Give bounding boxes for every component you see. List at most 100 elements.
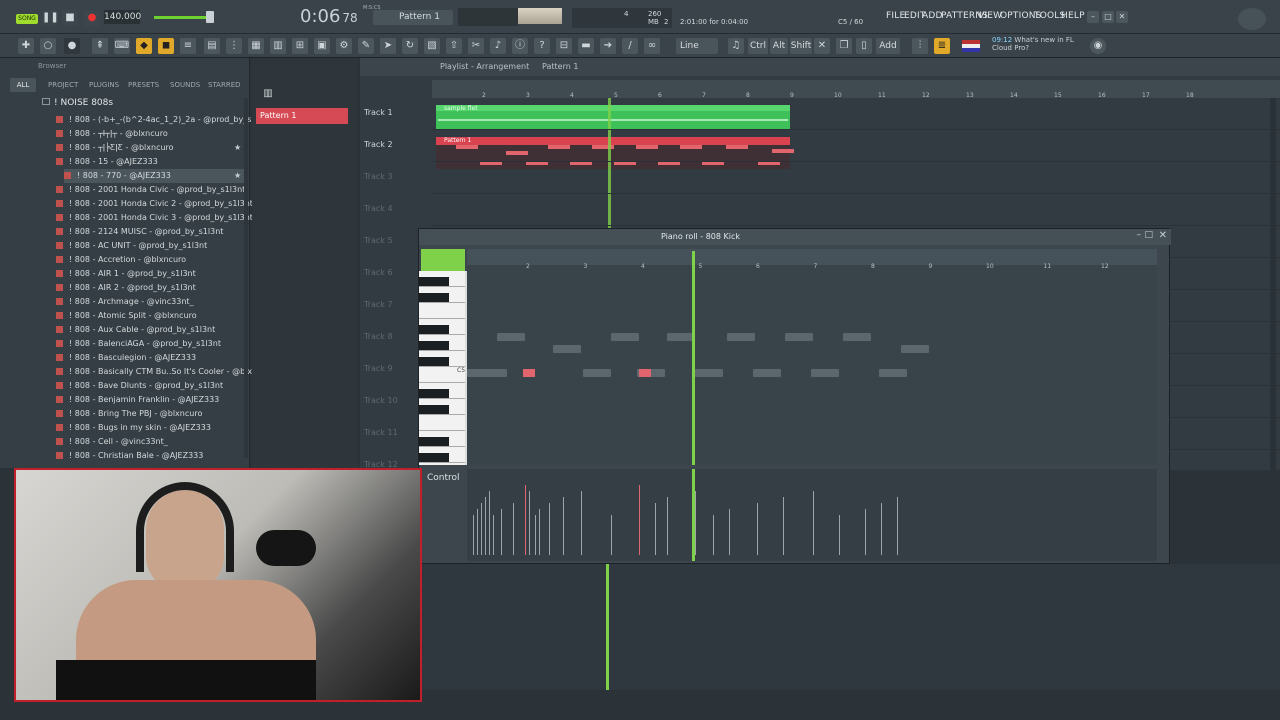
black-key[interactable] xyxy=(419,341,449,350)
brush-icon[interactable]: / xyxy=(622,38,638,54)
cut-icon[interactable]: ✂ xyxy=(468,38,484,54)
mixer-icon[interactable]: ≡ xyxy=(180,38,196,54)
ctrl-key[interactable]: Ctrl xyxy=(748,38,768,54)
note-grid[interactable] xyxy=(467,251,1157,465)
browser-item[interactable]: ! 808 - Accretion - @blxncuro xyxy=(56,253,186,267)
velocity-bar[interactable] xyxy=(695,491,696,555)
browser-tab-plugins[interactable]: PLUGINS xyxy=(89,78,119,92)
browser-tab-sounds[interactable]: SOUNDS xyxy=(170,78,200,92)
maximize-icon[interactable]: □ xyxy=(1102,11,1114,23)
black-key[interactable] xyxy=(419,293,449,302)
velocity-bar[interactable] xyxy=(529,491,530,555)
channel-rack-icon[interactable]: ▤ xyxy=(204,38,220,54)
velocity-bar[interactable] xyxy=(757,503,758,555)
browser-item[interactable]: ! 808 - Christian Bale - @AJEZ333 xyxy=(56,449,203,463)
record-icon[interactable]: ● xyxy=(84,10,100,26)
save-icon[interactable]: ▧ xyxy=(424,38,440,54)
snap-icon[interactable]: ⇞ xyxy=(92,38,108,54)
browser-item[interactable]: ! 808 - 2001 Honda Civic - @prod_by_s1l3… xyxy=(56,183,245,197)
song-mode-toggle[interactable]: SONG xyxy=(16,14,38,24)
browser-item[interactable]: ! 808 - Atomic Split - @blxncuro xyxy=(56,309,197,323)
browser-icon[interactable]: ▥ xyxy=(270,38,286,54)
browser-item[interactable]: ! 808 - Archmage - @vinc33nt_ xyxy=(56,295,194,309)
track-label[interactable]: Track 5 xyxy=(360,232,424,264)
snap-mode-select[interactable]: Line xyxy=(676,38,718,54)
browser-item[interactable]: ! 808 - 2001 Honda Civic 3 - @prod_by_s1… xyxy=(56,211,253,225)
volume-knob[interactable] xyxy=(206,11,214,23)
velocity-bar[interactable] xyxy=(581,491,582,555)
help-icon[interactable]: ? xyxy=(534,38,550,54)
render-icon[interactable]: ⇧ xyxy=(446,38,462,54)
plugin-picker-icon[interactable]: ⊞ xyxy=(292,38,308,54)
pr-close-icon[interactable]: ✕ xyxy=(1159,230,1167,241)
browser-item[interactable]: ! 808 - Bring The PBJ - @blxncuro xyxy=(56,407,202,421)
velocity-bar[interactable] xyxy=(489,491,490,555)
velocity-bar[interactable] xyxy=(501,509,502,555)
paste-icon[interactable]: ▯ xyxy=(856,38,872,54)
track-label[interactable]: Track 2 xyxy=(360,136,424,168)
black-key[interactable] xyxy=(419,325,449,334)
browser-item[interactable]: ! 808 - ┬Ɨ┬ǀ┬ - @blxncuro xyxy=(56,127,168,141)
tools-icon[interactable]: ⚙ xyxy=(336,38,352,54)
black-key[interactable] xyxy=(419,357,449,366)
browser-scrollbar[interactable] xyxy=(244,98,248,458)
browser-item[interactable]: ! 808 - Basically CTM Bu..So It's Cooler… xyxy=(56,365,275,379)
grid-icon[interactable]: ⊟ xyxy=(556,38,572,54)
browser-item[interactable]: ! 808 - BalenciAGA - @prod_by_s1l3nt xyxy=(56,337,221,351)
note[interactable] xyxy=(553,345,581,353)
track-label[interactable]: Track 11 xyxy=(360,424,424,456)
black-key[interactable] xyxy=(419,453,449,462)
velocity-bar[interactable] xyxy=(485,497,486,555)
browser-item[interactable]: ! 808 - Bugs in my skin - @AJEZ333 xyxy=(56,421,211,435)
cloud-icon[interactable]: ◉ xyxy=(1090,38,1106,54)
undo-icon[interactable]: ↻ xyxy=(402,38,418,54)
browser-item[interactable]: ! 808 - Aux Cable - @prod_by_s1l3nt xyxy=(56,323,215,337)
menu-item-help[interactable]: HELP xyxy=(1061,11,1085,21)
pr-minimize-icon[interactable]: – xyxy=(1137,230,1142,240)
velocity-bar[interactable] xyxy=(655,503,656,555)
browser-item[interactable]: ! 808 - 770 - @AJEZ333 xyxy=(64,169,244,183)
info-icon[interactable]: ⓘ xyxy=(512,38,528,54)
note[interactable] xyxy=(753,369,781,377)
mic-icon[interactable]: ♪ xyxy=(490,38,506,54)
velocity-bar[interactable] xyxy=(563,497,564,555)
stop-icon[interactable]: ■ xyxy=(62,10,78,26)
playlist-icon[interactable]: ▦ xyxy=(248,38,264,54)
track-lane[interactable] xyxy=(432,98,1280,130)
note[interactable] xyxy=(667,333,695,341)
track-label[interactable]: Track 7 xyxy=(360,296,424,328)
piano-icon[interactable]: ▥ xyxy=(260,86,276,102)
note[interactable] xyxy=(611,333,639,341)
note[interactable] xyxy=(467,369,507,377)
velocity-bar[interactable] xyxy=(513,503,514,555)
tempo-display[interactable]: 140.000 xyxy=(104,10,141,24)
pointer-icon[interactable]: ➤ xyxy=(380,38,396,54)
track-label[interactable]: Track 9 xyxy=(360,360,424,392)
menu-item-view[interactable]: VIEW xyxy=(978,11,1002,21)
track-lane[interactable] xyxy=(432,162,1280,194)
track-label[interactable]: Track 10 xyxy=(360,392,424,424)
close-icon[interactable]: ✕ xyxy=(1116,11,1128,23)
add-button[interactable]: Add xyxy=(876,38,900,54)
velocity-bar[interactable] xyxy=(525,485,526,555)
velocity-bar[interactable] xyxy=(881,503,882,555)
browser-tab-starred[interactable]: STARRED xyxy=(208,78,241,92)
pattern-selector[interactable]: Pattern 1 xyxy=(373,10,453,25)
track-lane[interactable] xyxy=(432,194,1280,226)
browser-tab-all[interactable]: ALL xyxy=(10,78,36,92)
note[interactable] xyxy=(785,333,813,341)
blend-notes-icon[interactable]: ◼ xyxy=(158,38,174,54)
pr-maximize-icon[interactable]: □ xyxy=(1144,230,1153,240)
browser-item[interactable]: ! 808 - AC UNIT - @prod_by_s1l3nt xyxy=(56,239,207,253)
browser-item[interactable]: ! 808 - Benjamin Franklin - @AJEZ333 xyxy=(56,393,219,407)
velocity-bar[interactable] xyxy=(493,515,494,555)
velocity-bar[interactable] xyxy=(473,515,474,555)
note[interactable] xyxy=(497,333,525,341)
note[interactable] xyxy=(695,369,723,377)
step-edit-icon[interactable]: ◆ xyxy=(136,38,152,54)
velocity-bar[interactable] xyxy=(667,497,668,555)
velocity-lane[interactable] xyxy=(467,469,1157,561)
tuner-icon[interactable]: ⫶ xyxy=(912,38,928,54)
velocity-bar[interactable] xyxy=(813,491,814,555)
browser-folder[interactable]: ! NOISE 808s xyxy=(42,98,113,108)
